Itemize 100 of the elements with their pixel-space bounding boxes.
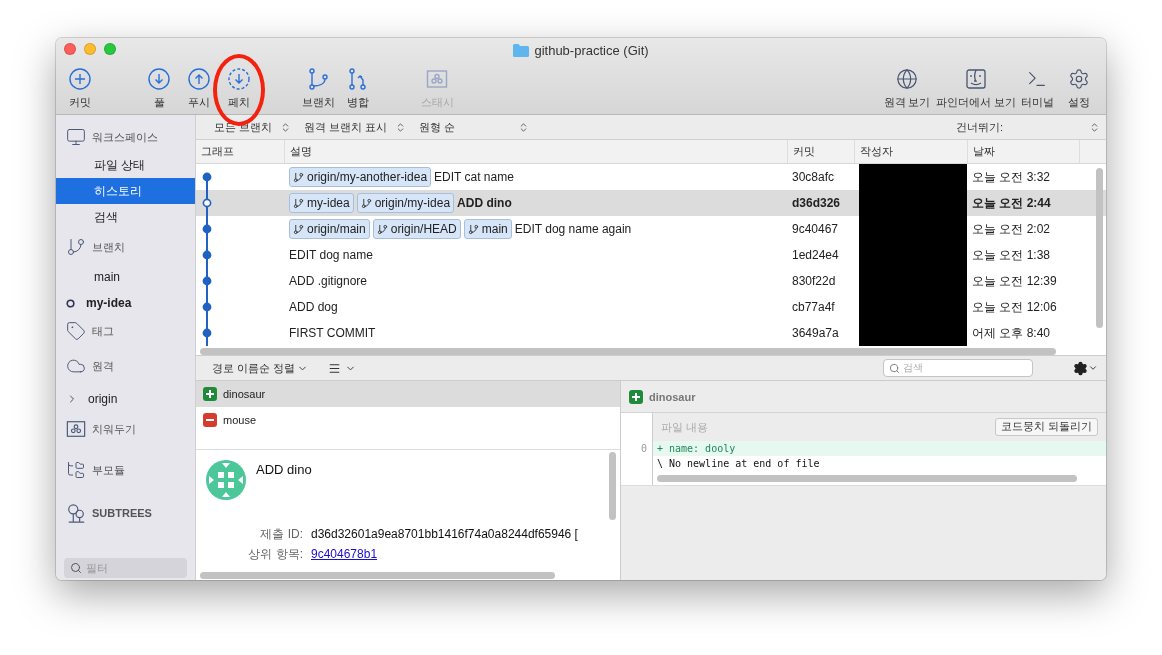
fetch-icon	[228, 68, 250, 90]
toolbar-button[interactable]: 터미널	[1018, 68, 1056, 110]
window-title: github-practice (Git)	[534, 42, 649, 58]
download-icon	[148, 68, 170, 90]
close-button[interactable]	[64, 43, 76, 55]
sidebar-item[interactable]: my-idea	[56, 290, 195, 316]
settings-icon	[1068, 68, 1090, 90]
view-dropdown[interactable]	[328, 361, 357, 375]
commit-date: 오늘 오전 3:32	[972, 168, 1051, 186]
hunk-title: 파일 내용	[661, 419, 709, 435]
list-icon	[328, 361, 342, 375]
toolbar-button[interactable]: 설정	[1060, 68, 1098, 110]
commit-hash: 30c8afc	[792, 170, 835, 184]
commit-date: 오늘 오전 12:39	[972, 272, 1057, 290]
commit-date: 오늘 오전 2:02	[972, 220, 1051, 238]
column-header[interactable]: 그래프	[196, 140, 285, 163]
commit-hash: d36d326	[792, 196, 841, 210]
scrollbar[interactable]	[200, 572, 555, 579]
diff-marker: +	[656, 443, 665, 454]
file-row[interactable]: dinosaur	[196, 381, 620, 407]
branch-tag[interactable]: origin/my-idea	[356, 193, 455, 213]
commit-date: 오늘 오전 2:44	[972, 194, 1051, 212]
scrollbar[interactable]	[657, 475, 1077, 482]
finder-icon	[965, 68, 987, 90]
minimize-button[interactable]	[84, 43, 96, 55]
folders-icon	[66, 460, 86, 480]
commit-message: FIRST COMMIT	[289, 326, 376, 340]
column-header[interactable]: 커밋	[788, 140, 855, 163]
zoom-button[interactable]	[104, 43, 116, 55]
column-header[interactable]: 작성자	[855, 140, 968, 163]
commit-hash: 1ed24e4	[792, 248, 839, 262]
commit-date: 어제 오후 8:40	[972, 324, 1051, 342]
branch-tag[interactable]: origin/HEAD	[372, 219, 461, 239]
toolbar-button[interactable]: 브랜치	[298, 68, 338, 110]
commit-message: ADD dog	[289, 300, 338, 314]
scrollbar[interactable]	[609, 452, 616, 520]
section-heading: 치워두기	[92, 421, 136, 437]
toolbar-button[interactable]: 파인더에서 보기	[938, 68, 1014, 110]
code-line: name: dooly	[668, 443, 736, 454]
sidebar-item[interactable]: 검색	[56, 204, 195, 230]
scrollbar[interactable]	[200, 348, 1056, 355]
branch-icon	[307, 68, 329, 90]
field-value: d36d32601a9ea8701bb1416f74a0a8244df65946 [	[311, 527, 578, 541]
commit-hash: 830f22d	[792, 274, 836, 288]
revert-hunk-button[interactable]: 코드뭉치 되돌리기	[995, 418, 1098, 436]
commit-message: EDIT cat name	[434, 170, 514, 184]
section-heading: 태그	[92, 323, 114, 339]
merge-icon	[347, 68, 369, 90]
commit-message: ADD .gitignore	[289, 274, 368, 288]
diff-file-name: dinosaur	[649, 390, 696, 403]
branch-tag[interactable]: my-idea	[289, 193, 354, 213]
branch-icon	[376, 223, 388, 235]
filter-dropdown[interactable]: 원형 순	[419, 119, 529, 135]
field-label: 상위 항목:	[247, 545, 304, 563]
skip-dropdown[interactable]: 건너뛰기:	[956, 119, 1106, 135]
branch-tag[interactable]: origin/main	[289, 219, 370, 239]
tag-icon	[66, 321, 86, 341]
branch-icon	[293, 171, 304, 183]
commit-date: 오늘 오전 12:06	[972, 298, 1057, 316]
scrollbar[interactable]	[1096, 168, 1103, 328]
code-line: No newline at end of file	[668, 458, 820, 469]
branch-icon	[360, 197, 372, 209]
gear-icon	[1073, 360, 1088, 376]
branch-icon	[293, 223, 304, 235]
commit-title: ADD dino	[256, 461, 312, 479]
toolbar-button[interactable]: 원격 보기	[880, 68, 934, 110]
monitor-icon	[66, 127, 86, 147]
branch-tag[interactable]: main	[463, 219, 512, 239]
folder-icon	[513, 43, 530, 57]
branch-icon	[467, 223, 479, 235]
sidebar-item[interactable]: origin	[56, 386, 195, 412]
column-header[interactable]: 설명	[285, 140, 788, 163]
parent-commit-link[interactable]: 9c404678b1	[311, 547, 378, 561]
commit-row[interactable]: my-idea origin/my-idea ADD dino d36d326 오늘 오전 2:44	[196, 190, 1106, 216]
toolbar-button[interactable]: 페치	[219, 68, 259, 110]
toolbar-button[interactable]: 풀	[139, 68, 179, 110]
section-heading: 원격	[92, 358, 114, 374]
branch-tag[interactable]: origin/my-another-idea	[289, 167, 432, 187]
sidebar-item[interactable]: 히스토리	[56, 178, 195, 204]
sidebar-item[interactable]: 파일 상태	[56, 152, 195, 178]
toolbar-button[interactable]: 푸시	[179, 68, 219, 110]
sidebar-item[interactable]: main	[56, 264, 195, 290]
updown-icon	[1089, 121, 1100, 133]
section-heading: 부모듈	[92, 462, 125, 478]
stash-icon	[426, 68, 448, 90]
settings-dropdown[interactable]	[1073, 360, 1098, 376]
diff-marker: \	[656, 458, 665, 469]
toolbar-button[interactable]: 커밋	[60, 68, 100, 110]
plus-circle-icon	[69, 68, 91, 90]
upload-icon	[188, 68, 210, 90]
added-icon	[203, 387, 217, 401]
toolbar-button[interactable]: 병합	[338, 68, 378, 110]
filter-dropdown[interactable]: 원격 브랜치 표시	[304, 119, 419, 135]
commit-hash: 3649a7a	[792, 326, 839, 340]
commit-hash: 9c40467	[792, 222, 839, 236]
chevron-down-icon	[1088, 363, 1098, 373]
section-heading: SUBTREES	[92, 507, 152, 519]
stash-icon	[66, 419, 86, 439]
column-header[interactable]: 날짜	[968, 140, 1080, 163]
sort-dropdown[interactable]: 경로 이름순 정렬	[212, 360, 309, 376]
